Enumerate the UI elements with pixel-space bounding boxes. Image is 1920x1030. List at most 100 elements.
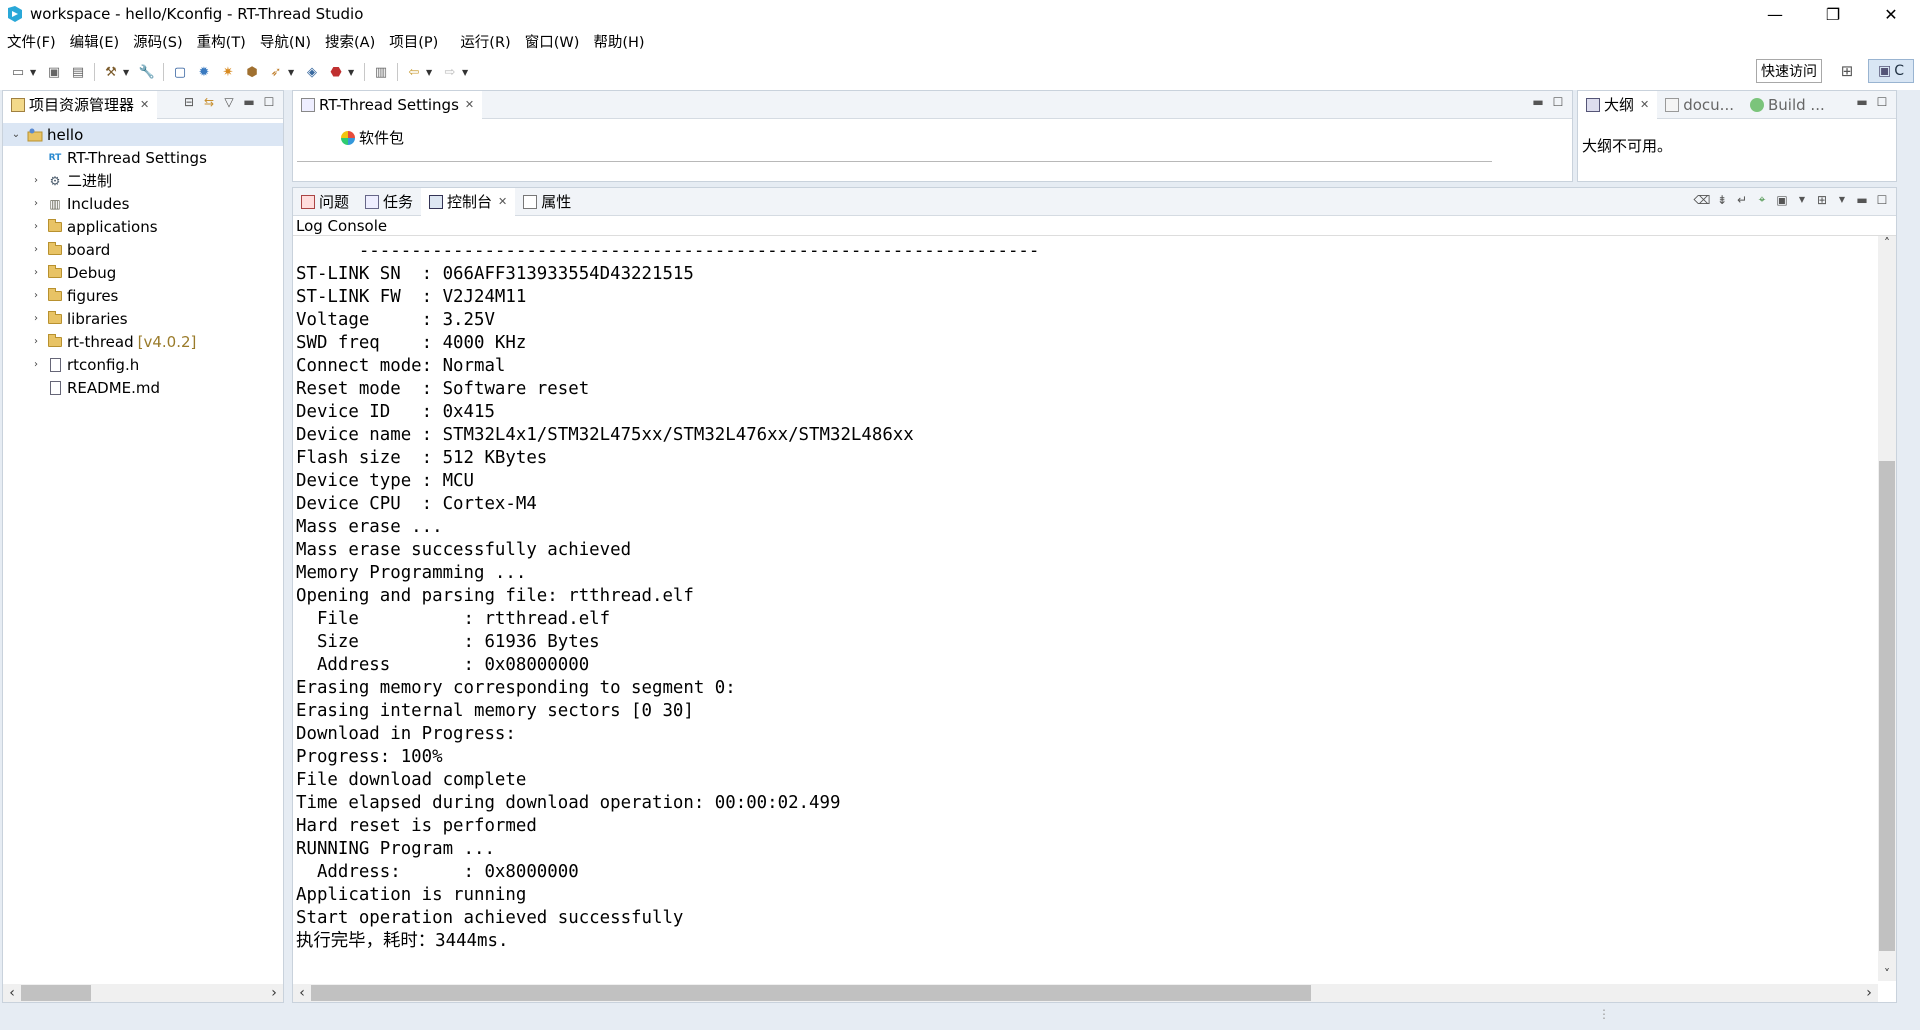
new-dropdown-icon[interactable]: ▼ [30, 68, 38, 77]
sdk-manager-icon[interactable]: ⬢ [243, 63, 261, 81]
build-icon[interactable]: ⚒ [102, 63, 120, 81]
scroll-right-icon[interactable]: › [1860, 985, 1878, 1001]
download-icon[interactable]: ✷ [219, 63, 237, 81]
tree-item[interactable]: › Debug [3, 261, 283, 284]
tab-problems[interactable]: 问题 [293, 188, 357, 216]
minimize-button[interactable]: — [1746, 0, 1804, 28]
tree-item[interactable]: RT RT-Thread Settings [3, 146, 283, 169]
scroll-down-icon[interactable]: ˅ [1878, 967, 1896, 981]
quick-access-field[interactable]: 快速访问 [1756, 59, 1822, 83]
tree-item[interactable]: README.md [3, 376, 283, 399]
menu-run[interactable]: 运行(R) [453, 31, 517, 52]
tab-outline[interactable]: 大纲 ✕ [1578, 90, 1658, 119]
open-console-dropdown-icon[interactable]: ▼ [1832, 195, 1852, 204]
minimize-view-icon[interactable]: ▬ [1852, 193, 1872, 207]
close-icon[interactable]: ✕ [465, 98, 474, 111]
link-editor-icon[interactable]: ⇆ [199, 95, 219, 109]
maximize-view-icon[interactable]: ☐ [259, 95, 279, 109]
maximize-view-icon[interactable]: ☐ [1548, 95, 1568, 109]
scrollbar-thumb[interactable] [21, 985, 91, 1001]
display-console-icon[interactable]: ▣ [1772, 193, 1792, 207]
annotation-icon[interactable]: ▥ [372, 63, 390, 81]
save-all-icon[interactable]: ▤ [69, 63, 87, 81]
run-icon[interactable]: ➶ [267, 63, 285, 81]
build-dropdown-icon[interactable]: ▼ [123, 68, 131, 77]
tree-item[interactable]: › rtconfig.h [3, 353, 283, 376]
scroll-up-icon[interactable]: ˄ [1878, 236, 1896, 250]
menu-refactor[interactable]: 重构(T) [190, 31, 253, 52]
tab-console[interactable]: 控制台 ✕ [421, 187, 516, 216]
collapsed-arrow-icon[interactable]: › [29, 175, 43, 186]
external-tools-dropdown-icon[interactable]: ▼ [348, 68, 356, 77]
tab-rt-thread-settings[interactable]: RT-Thread Settings ✕ [293, 90, 483, 119]
back-icon[interactable]: ⇦ [405, 63, 423, 81]
close-icon[interactable]: ✕ [1640, 98, 1649, 111]
menu-window[interactable]: 窗口(W) [518, 31, 587, 52]
open-console-icon[interactable]: ⊞ [1812, 193, 1832, 207]
tree-item[interactable]: › board [3, 238, 283, 261]
tree-item[interactable]: › libraries [3, 307, 283, 330]
open-perspective-icon[interactable]: ⊞ [1836, 60, 1858, 82]
pin-console-icon[interactable]: ⌖ [1752, 192, 1772, 207]
collapsed-arrow-icon[interactable]: › [29, 244, 43, 255]
display-console-dropdown-icon[interactable]: ▼ [1792, 195, 1812, 204]
tree-item[interactable]: › rt-thread [v4.0.2] [3, 330, 283, 353]
collapse-all-icon[interactable]: ⊟ [179, 95, 199, 109]
tree-item[interactable]: › ▥ Includes [3, 192, 283, 215]
clear-console-icon[interactable]: ⌫ [1692, 193, 1712, 207]
scroll-lock-icon[interactable]: ⇟ [1712, 193, 1732, 207]
external-tools-icon[interactable]: ⬣ [327, 63, 345, 81]
collapsed-arrow-icon[interactable]: › [29, 267, 43, 278]
collapsed-arrow-icon[interactable]: › [29, 290, 43, 301]
save-icon[interactable]: ▣ [45, 63, 63, 81]
word-wrap-icon[interactable]: ↵ [1732, 193, 1752, 207]
collapsed-arrow-icon[interactable]: › [29, 359, 43, 370]
minimize-view-icon[interactable]: ▬ [1528, 95, 1548, 109]
menu-navigate[interactable]: 导航(N) [253, 31, 318, 52]
menu-help[interactable]: 帮助(H) [586, 31, 651, 52]
scroll-left-icon[interactable]: ‹ [3, 985, 21, 1001]
console-horizontal-scrollbar[interactable]: ‹ › [293, 984, 1878, 1002]
scroll-left-icon[interactable]: ‹ [293, 985, 311, 1001]
tab-documentation[interactable]: docu... [1657, 91, 1742, 119]
view-menu-icon[interactable]: ▽ [219, 95, 239, 109]
collapsed-arrow-icon[interactable]: › [29, 221, 43, 232]
scrollbar-thumb[interactable] [311, 985, 1311, 1001]
close-icon[interactable]: ✕ [498, 195, 507, 208]
menu-file[interactable]: 文件(F) [0, 31, 63, 52]
terminal-icon[interactable]: ▢ [171, 63, 189, 81]
tab-project-explorer[interactable]: 项目资源管理器 ✕ [3, 90, 158, 119]
explorer-horizontal-scrollbar[interactable]: ‹ › [3, 984, 283, 1002]
scroll-right-icon[interactable]: › [265, 985, 283, 1001]
menu-edit[interactable]: 编辑(E) [63, 31, 126, 52]
tab-build-targets[interactable]: Build ... [1742, 91, 1833, 119]
tab-properties[interactable]: 属性 [515, 188, 579, 216]
tree-item[interactable]: › figures [3, 284, 283, 307]
forward-icon[interactable]: ⇨ [441, 63, 459, 81]
console-vertical-scrollbar[interactable]: ˄ ˅ [1878, 236, 1896, 981]
minimize-view-icon[interactable]: ▬ [239, 95, 259, 109]
tree-item[interactable]: › applications [3, 215, 283, 238]
collapsed-arrow-icon[interactable]: › [29, 336, 43, 347]
menu-source[interactable]: 源码(S) [126, 31, 190, 52]
wrench-icon[interactable]: 🔧 [138, 63, 156, 81]
menu-project[interactable]: 项目(P) [382, 31, 445, 52]
maximize-view-icon[interactable]: ☐ [1872, 95, 1892, 109]
forward-dropdown-icon[interactable]: ▼ [462, 68, 470, 77]
maximize-view-icon[interactable]: ☐ [1872, 193, 1892, 207]
run-dropdown-icon[interactable]: ▼ [288, 68, 296, 77]
minimize-view-icon[interactable]: ▬ [1852, 95, 1872, 109]
new-icon[interactable]: ▭ [9, 63, 27, 81]
tab-tasks[interactable]: 任务 [357, 188, 421, 216]
c-perspective-button[interactable]: ▣ C [1868, 59, 1914, 83]
tree-item-hello[interactable]: ⌄ hello [3, 123, 283, 146]
search-icon[interactable]: ◈ [303, 63, 321, 81]
collapsed-arrow-icon[interactable]: › [29, 313, 43, 324]
menu-search[interactable]: 搜索(A) [318, 31, 382, 52]
close-icon[interactable]: ✕ [140, 98, 149, 111]
close-button[interactable]: ✕ [1862, 0, 1920, 28]
packages-section[interactable]: 软件包 [341, 127, 404, 148]
tree-item[interactable]: › ⚙ 二进制 [3, 169, 283, 192]
scrollbar-thumb[interactable] [1879, 461, 1895, 951]
console-output[interactable]: ----------------------------------------… [296, 240, 1866, 978]
